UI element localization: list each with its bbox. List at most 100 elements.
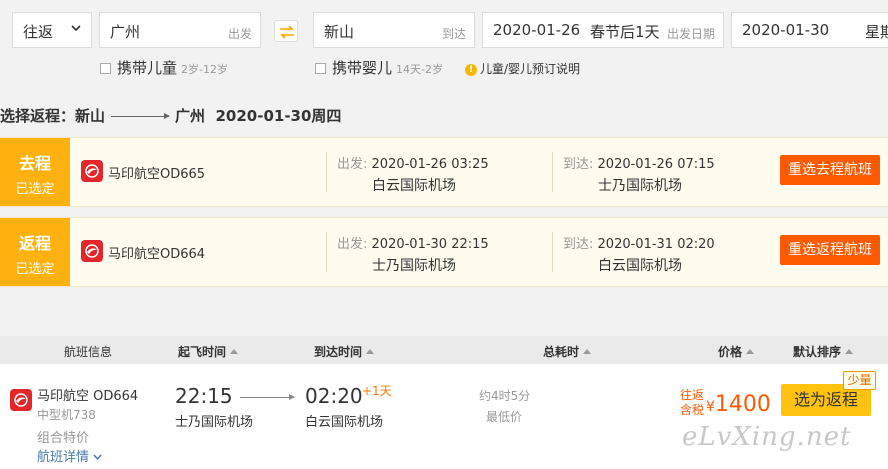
row-arr-airport: 白云国际机场 (305, 415, 384, 430)
trip-type-select[interactable]: 往返 (12, 12, 92, 48)
swap-cities-button[interactable] (274, 20, 298, 42)
to-city-input[interactable]: 新山 到达 (313, 12, 475, 48)
inbound-arrive: 到达: 2020-01-31 02:20 (563, 233, 715, 252)
from-hint: 出发 (227, 27, 252, 41)
infant-label: 携带婴儿 (332, 59, 393, 77)
sort-duration[interactable]: 总耗时 (543, 343, 592, 360)
chevron-down-icon (93, 454, 102, 461)
from-city-input[interactable]: 广州 出发 (99, 12, 261, 48)
outbound-depart-time: 2020-01-26 03:25 (371, 157, 489, 172)
sort-price[interactable]: 价格 (718, 343, 755, 360)
sort-arrow-icon (583, 349, 592, 354)
outbound-tag-status: 已选定 (15, 182, 55, 197)
child-checkbox-option[interactable]: 携带儿童 2岁-12岁 (100, 57, 228, 78)
airline-logo-icon (81, 160, 103, 182)
inbound-depart: 出发: 2020-01-30 22:15 (337, 233, 489, 252)
return-date-input[interactable]: 2020-01-30 星期 (731, 12, 888, 48)
price-currency: ¥ (706, 399, 715, 415)
row-duration: 约4时5分 (479, 389, 531, 403)
sort-arrow-icon (845, 349, 854, 354)
sort-dep-time[interactable]: 起飞时间 (178, 343, 239, 360)
flight-details-label: 航班详情 (37, 450, 90, 465)
arrive-label: 到达: (563, 237, 594, 252)
inbound-depart-time: 2020-01-30 22:15 (371, 237, 489, 252)
divider (552, 232, 553, 272)
row-arr-time: 02:20 (305, 384, 363, 408)
header-duration: 总耗时 (543, 345, 580, 359)
child-checkbox[interactable] (100, 63, 111, 74)
header-arr-time: 到达时间 (314, 345, 363, 359)
sort-arrow-icon (746, 349, 755, 354)
header-dep-time: 起飞时间 (178, 345, 227, 359)
row-fare-type: 组合特价 (37, 431, 90, 446)
inbound-tag: 返程 已选定 (0, 218, 70, 286)
to-hint: 到达 (441, 27, 466, 41)
outbound-depart-airport: 白云国际机场 (372, 178, 456, 194)
child-age: 2岁-12岁 (181, 63, 228, 76)
inbound-tag-title: 返程 (18, 234, 51, 253)
row-dep-time: 22:15 (175, 384, 233, 408)
header-default-sort: 默认排序 (793, 345, 842, 359)
outbound-arrive: 到达: 2020-01-26 07:15 (563, 153, 715, 172)
flight-details-link[interactable]: 航班详情 (37, 446, 102, 465)
sort-arrow-icon (366, 349, 375, 354)
infant-checkbox-option[interactable]: 携带婴儿 14天-2岁 (315, 57, 443, 78)
outbound-tag-title: 去程 (18, 154, 51, 173)
row-next-day: +1天 (362, 384, 392, 398)
outbound-arrive-time: 2020-01-26 07:15 (597, 157, 715, 172)
return-selection-heading: 选择返程：新山 广州 2020-01-30周四 (0, 105, 341, 126)
divider (552, 152, 553, 192)
sort-default[interactable]: 默认排序 (793, 343, 854, 360)
chevron-down-icon (71, 25, 81, 32)
outbound-selected-card: 去程 已选定 马印航空OD665 出发: 2020-01-26 03:25 白云… (0, 137, 888, 207)
reselect-inbound-button[interactable]: 重选返程航班 (780, 235, 880, 265)
child-label: 携带儿童 (117, 59, 178, 77)
sort-arr-time[interactable]: 到达时间 (314, 343, 375, 360)
return-date-value: 2020-01-30 (742, 21, 830, 39)
inbound-selected-card: 返程 已选定 马印航空OD664 出发: 2020-01-30 22:15 士乃… (0, 217, 888, 287)
inbound-airline: 马印航空OD664 (108, 247, 206, 262)
row-aircraft: 中型机738 (37, 408, 96, 422)
inbound-arrive-airport: 白云国际机场 (598, 258, 682, 274)
inbound-depart-airport: 士乃国际机场 (372, 258, 456, 274)
depart-date-hint: 出发日期 (666, 27, 715, 41)
trip-type-value: 往返 (23, 23, 54, 41)
heading-date: 2020-01-30周四 (215, 107, 342, 125)
watermark: eLvXing.net (682, 422, 852, 452)
inbound-tag-status: 已选定 (15, 262, 55, 277)
to-city-value: 新山 (324, 23, 355, 41)
return-date-week: 星期 (865, 23, 888, 41)
depart-label: 出发: (337, 237, 368, 252)
infant-checkbox[interactable] (315, 63, 326, 74)
inbound-arrive-time: 2020-01-31 02:20 (597, 237, 715, 252)
swap-icon (280, 25, 294, 39)
from-city-value: 广州 (110, 23, 141, 41)
airline-logo-icon (81, 240, 103, 262)
arrive-label: 到达: (563, 157, 594, 172)
divider (326, 152, 327, 192)
depart-label: 出发: (337, 157, 368, 172)
row-price: ¥1400 (706, 392, 771, 417)
info-icon: ! (465, 64, 477, 76)
table-row: 马印航空 OD664 中型机738 组合特价 航班详情 22:15 士乃国际机场… (0, 364, 888, 469)
sort-arrow-icon (230, 349, 239, 354)
row-dep-airport: 士乃国际机场 (175, 415, 254, 430)
infant-age: 14天-2岁 (396, 63, 443, 76)
reselect-outbound-button[interactable]: 重选去程航班 (780, 155, 880, 185)
booking-note-label: 儿童/婴儿预订说明 (480, 62, 581, 76)
flight-table-header: 航班信息 起飞时间 到达时间 总耗时 价格 默认排序 (0, 336, 888, 364)
outbound-tag: 去程 已选定 (0, 138, 70, 206)
depart-date-input[interactable]: 2020-01-26 春节后1天 出发日期 (482, 12, 724, 48)
price-tag-tax: 含税 (680, 403, 705, 417)
row-airline: 马印航空 OD664 (37, 389, 139, 404)
outbound-depart: 出发: 2020-01-26 03:25 (337, 153, 489, 172)
outbound-arrive-airport: 士乃国际机场 (598, 178, 682, 194)
outbound-airline: 马印航空OD665 (108, 167, 206, 182)
row-price-tag: 往返 含税 (680, 388, 704, 418)
heading-dest: 广州 (175, 107, 206, 125)
booking-note-link[interactable]: ! 儿童/婴儿预订说明 (465, 60, 580, 77)
price-tag-roundtrip: 往返 (680, 388, 705, 402)
depart-date-value: 2020-01-26 (493, 21, 581, 39)
heading-prefix: 选择返程：新山 (0, 107, 106, 125)
divider (326, 232, 327, 272)
